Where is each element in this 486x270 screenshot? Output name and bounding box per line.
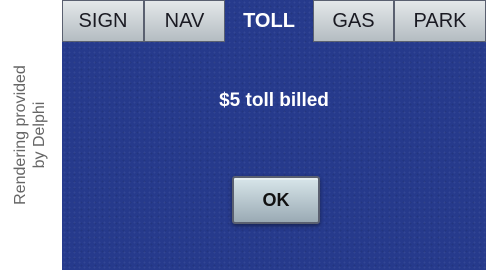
tab-sign[interactable]: SIGN: [62, 0, 144, 42]
ok-button[interactable]: OK: [232, 176, 320, 224]
navigation-display: SIGN NAV TOLL GAS PARK $5 toll billed OK: [62, 0, 486, 270]
caption-text: Rendering provided by Delphi: [11, 65, 49, 205]
caption-line-2: by Delphi: [31, 101, 48, 169]
tab-toll[interactable]: TOLL: [225, 0, 313, 42]
tab-park[interactable]: PARK: [394, 0, 486, 42]
tab-bar: SIGN NAV TOLL GAS PARK: [62, 0, 486, 44]
image-caption: Rendering provided by Delphi: [0, 0, 60, 270]
caption-line-1: Rendering provided: [12, 65, 29, 205]
toll-message: $5 toll billed: [219, 90, 329, 111]
tab-nav[interactable]: NAV: [144, 0, 225, 42]
tab-gas[interactable]: GAS: [313, 0, 394, 42]
